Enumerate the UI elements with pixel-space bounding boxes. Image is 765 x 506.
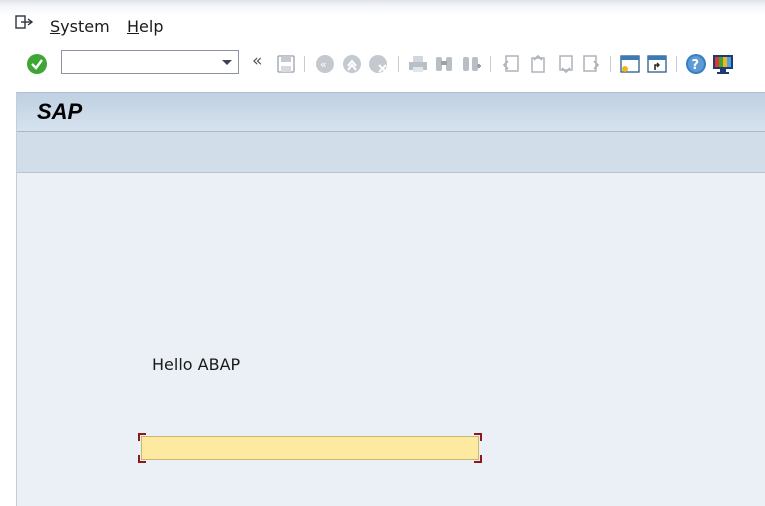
collapse-toolbar-icon[interactable]: « bbox=[252, 51, 262, 71]
exit-icon[interactable] bbox=[340, 53, 362, 75]
enter-icon[interactable] bbox=[26, 53, 48, 75]
back-icon[interactable]: « bbox=[313, 53, 335, 75]
find-icon[interactable] bbox=[433, 53, 455, 75]
application-toolbar bbox=[17, 132, 765, 173]
command-input[interactable] bbox=[66, 52, 220, 74]
input-field-container bbox=[138, 433, 482, 463]
previous-page-icon[interactable] bbox=[527, 53, 549, 75]
screen-area: SAP Hello ABAP bbox=[16, 92, 765, 506]
menu-item-system[interactable]: System bbox=[50, 17, 110, 36]
customize-layout-icon[interactable] bbox=[712, 53, 734, 75]
cancel-icon[interactable] bbox=[367, 53, 389, 75]
page-title: SAP bbox=[37, 99, 83, 124]
shortcut-icon[interactable] bbox=[646, 53, 668, 75]
menu-item-help-label: Help bbox=[127, 17, 164, 36]
standard-toolbar: « « ? bbox=[0, 44, 765, 84]
menu-bar: System Help bbox=[0, 0, 765, 44]
next-page-icon[interactable] bbox=[555, 53, 577, 75]
new-session-icon[interactable] bbox=[619, 53, 641, 75]
svg-text:«: « bbox=[320, 58, 327, 71]
help-icon[interactable]: ? bbox=[685, 53, 707, 75]
first-page-icon[interactable] bbox=[499, 53, 521, 75]
text-input-field[interactable] bbox=[141, 436, 479, 460]
command-field[interactable] bbox=[61, 50, 239, 74]
print-icon[interactable] bbox=[407, 53, 429, 75]
last-page-icon[interactable] bbox=[581, 53, 603, 75]
menu-exit-icon[interactable] bbox=[15, 15, 34, 29]
text-label: Hello ABAP bbox=[152, 355, 241, 374]
svg-text:?: ? bbox=[692, 58, 700, 73]
menu-item-system-label: System bbox=[50, 17, 110, 36]
menu-item-help[interactable]: Help bbox=[127, 17, 163, 36]
find-next-icon[interactable] bbox=[460, 53, 482, 75]
command-dropdown-icon[interactable] bbox=[222, 60, 232, 65]
title-bar: SAP bbox=[17, 93, 765, 132]
save-icon[interactable] bbox=[275, 53, 297, 75]
